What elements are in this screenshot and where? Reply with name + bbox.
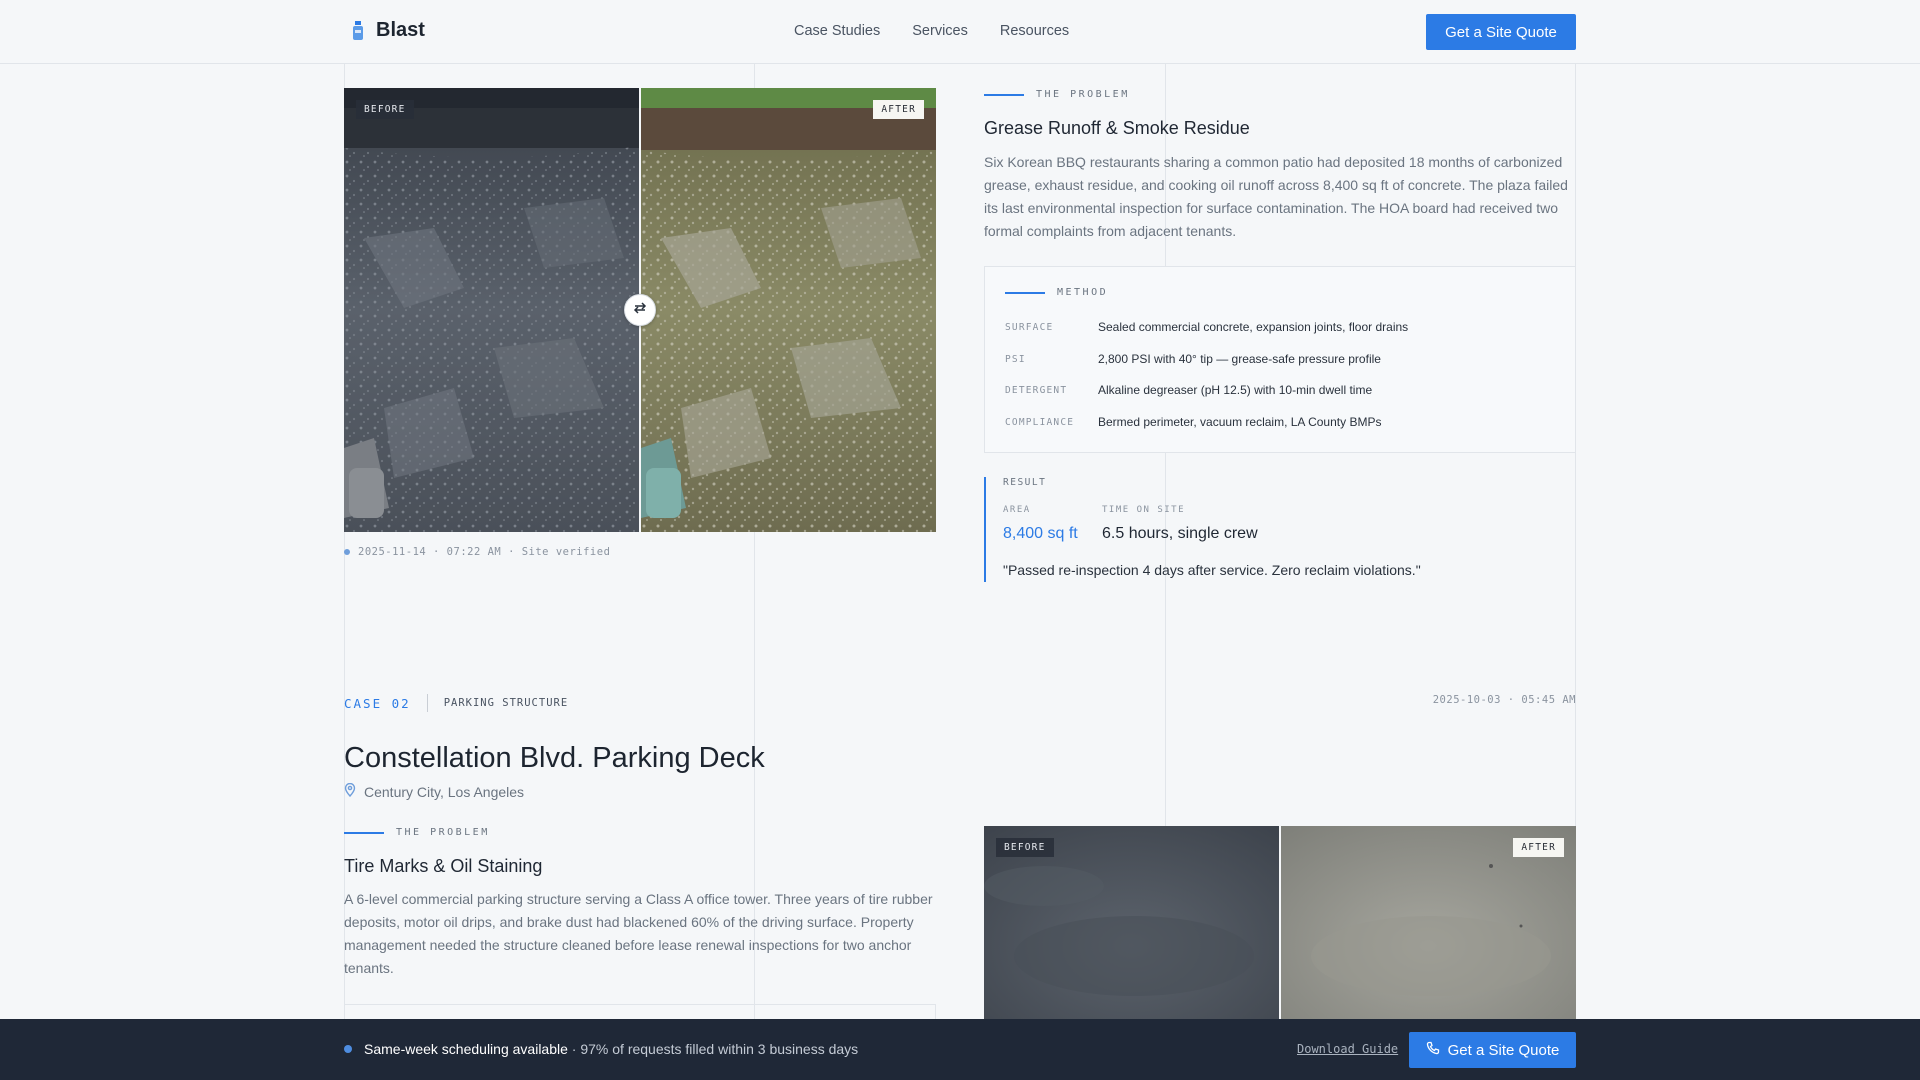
method-row-psi: PSI 2,800 PSI with 40° tip — grease-safe… bbox=[1005, 352, 1381, 366]
eyebrow-text: THE PROBLEM bbox=[396, 827, 490, 838]
problem-description: Six Korean BBQ restaurants sharing a com… bbox=[984, 154, 1568, 239]
method-key: PSI bbox=[1005, 354, 1026, 365]
method-key: DETERGENT bbox=[1005, 385, 1068, 396]
before-after-slider[interactable]: BEFORE AFTER bbox=[984, 826, 1576, 1026]
nav-services[interactable]: Services bbox=[912, 23, 968, 39]
photo-caption: 2025-11-14 · 07:22 AM · Site verified bbox=[344, 546, 610, 558]
method-value: 2,800 PSI with 40° tip — grease-safe pre… bbox=[1098, 352, 1381, 366]
scheduling-status: Same-week scheduling available · 97% of … bbox=[344, 1041, 858, 1057]
brand-name: Blast bbox=[376, 19, 425, 41]
spray-bottle-icon bbox=[350, 20, 366, 42]
after-image bbox=[641, 88, 936, 532]
result-label: RESULT bbox=[1003, 477, 1047, 488]
eyebrow-bar bbox=[1005, 291, 1045, 294]
result-quote: "Passed re-inspection 4 days after servi… bbox=[1003, 562, 1421, 578]
status-text: Same-week scheduling available · 97% of … bbox=[364, 1041, 858, 1057]
method-key: COMPLIANCE bbox=[1005, 417, 1075, 428]
problem-title: Grease Runoff & Smoke Residue bbox=[984, 118, 1250, 138]
case-header: CASE 02 PARKING STRUCTURE bbox=[344, 694, 568, 712]
get-quote-button[interactable]: Get a Site Quote bbox=[1409, 1032, 1576, 1068]
before-image bbox=[344, 88, 639, 532]
method-eyebrow: METHOD bbox=[1005, 287, 1108, 298]
case-type: PARKING STRUCTURE bbox=[443, 697, 569, 709]
method-row-detergent: DETERGENT Alkaline degreaser (pH 12.5) w… bbox=[1005, 383, 1372, 397]
brand-logo[interactable]: Blast bbox=[350, 19, 425, 42]
problem-description: A 6-level commercial parking structure s… bbox=[344, 891, 933, 976]
area-value: 8,400 sq ft bbox=[1003, 525, 1078, 542]
nav-case-studies[interactable]: Case Studies bbox=[794, 23, 880, 39]
verified-dot bbox=[344, 549, 350, 555]
case-number: CASE 02 bbox=[344, 695, 411, 711]
time-label: TIME ON SITE bbox=[1102, 505, 1186, 515]
main-nav: Case Studies Services Resources bbox=[794, 23, 1069, 39]
location-pin-icon bbox=[344, 782, 356, 800]
time-value: 6.5 hours, single crew bbox=[1102, 525, 1258, 542]
case-title: Constellation Blvd. Parking Deck bbox=[344, 742, 765, 774]
phone-icon bbox=[1426, 1041, 1440, 1059]
method-row-surface: SURFACE Sealed commercial concrete, expa… bbox=[1005, 320, 1408, 334]
method-row-compliance: COMPLIANCE Bermed perimeter, vacuum recl… bbox=[1005, 415, 1381, 429]
case-location: Century City, Los Angeles bbox=[344, 782, 525, 800]
eyebrow-bar bbox=[984, 93, 1024, 96]
eyebrow-text: THE PROBLEM bbox=[1036, 89, 1130, 100]
eyebrow-text: METHOD bbox=[1057, 287, 1109, 298]
method-value: Bermed perimeter, vacuum reclaim, LA Cou… bbox=[1098, 415, 1382, 429]
download-guide-link[interactable]: Download Guide bbox=[1297, 1042, 1398, 1056]
slider-divider bbox=[1279, 826, 1281, 1026]
before-tag: BEFORE bbox=[996, 838, 1054, 857]
method-value: Alkaline degreaser (pH 12.5) with 10-min… bbox=[1098, 383, 1373, 397]
location-text: Century City, Los Angeles bbox=[364, 783, 525, 800]
problem-title: Tire Marks & Oil Staining bbox=[344, 856, 543, 876]
site-header: Blast Case Studies Services Resources Ge… bbox=[0, 0, 1920, 64]
status-strong: Same-week scheduling available bbox=[364, 1041, 568, 1057]
swap-icon bbox=[633, 301, 647, 320]
problem-eyebrow: THE PROBLEM bbox=[344, 827, 490, 838]
caption-text: 2025-11-14 · 07:22 AM · Site verified bbox=[358, 546, 611, 558]
problem-eyebrow: THE PROBLEM bbox=[984, 89, 1130, 100]
method-value: Sealed commercial concrete, expansion jo… bbox=[1098, 320, 1409, 334]
before-tag: BEFORE bbox=[356, 100, 414, 119]
method-panel: METHOD SURFACE Sealed commercial concret… bbox=[984, 266, 1576, 453]
eyebrow-bar bbox=[344, 831, 384, 834]
case-separator bbox=[426, 694, 428, 712]
get-quote-button[interactable]: Get a Site Quote bbox=[1426, 14, 1576, 50]
nav-resources[interactable]: Resources bbox=[1000, 23, 1069, 39]
method-key: SURFACE bbox=[1005, 322, 1054, 333]
area-label: AREA bbox=[1003, 505, 1031, 515]
button-label: Get a Site Quote bbox=[1447, 1041, 1560, 1059]
before-after-slider[interactable]: BEFORE AFTER bbox=[344, 88, 936, 532]
swap-handle[interactable] bbox=[624, 294, 656, 326]
after-tag: AFTER bbox=[1513, 838, 1564, 857]
sticky-cta-bar: Same-week scheduling available · 97% of … bbox=[0, 1019, 1920, 1080]
after-tag: AFTER bbox=[873, 100, 924, 119]
result-panel: RESULT AREA 8,400 sq ft TIME ON SITE 6.5… bbox=[984, 477, 1576, 582]
status-dot bbox=[344, 1045, 352, 1053]
status-rest: · 97% of requests filled within 3 busine… bbox=[567, 1041, 859, 1057]
case-timestamp: 2025-10-03 · 05:45 AM bbox=[1432, 694, 1576, 706]
